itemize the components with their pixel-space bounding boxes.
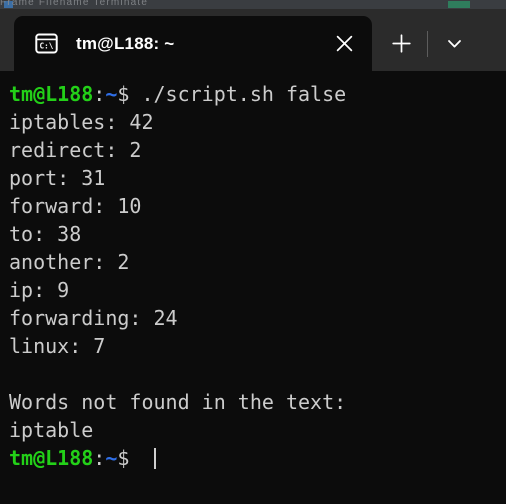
word-count-value: 10 [117, 194, 142, 218]
word-label: forwarding: [9, 306, 154, 330]
word-count-list: iptables: 42 redirect: 2 port: 31 forward: … [9, 108, 506, 360]
prompt-sigil: $ [117, 82, 130, 106]
prompt-path: ~ [105, 446, 118, 470]
word-count-value: 2 [117, 250, 130, 274]
word-count-line: to: 38 [9, 220, 506, 248]
word-label: another: [9, 250, 118, 274]
final-prompt-line: tm@L188:~$ [9, 444, 506, 472]
word-count-line: forward: 10 [9, 192, 506, 220]
terminal-window: Frame Filename Terminate C:\ tm@L188: ~ [0, 0, 506, 504]
word-count-line: port: 31 [9, 164, 506, 192]
prompt-colon: : [93, 446, 106, 470]
terminal-output-area[interactable]: tm@L188:~$ ./script.sh false iptables: 4… [0, 71, 506, 504]
word-count-line: iptables: 42 [9, 108, 506, 136]
word-count-line: ip: 9 [9, 276, 506, 304]
tab-title: tm@L188: ~ [76, 33, 175, 53]
prompt-user-host: tm@L188 [9, 82, 94, 106]
prompt-user-host: tm@L188 [9, 446, 94, 470]
not-found-header: Words not found in the text: [9, 390, 347, 414]
command-line: tm@L188:~$ ./script.sh false [9, 80, 506, 108]
word-label: to: [9, 222, 58, 246]
tab-active[interactable]: C:\ tm@L188: ~ [14, 16, 372, 71]
word-label: redirect: [9, 138, 130, 162]
word-label: port: [9, 166, 82, 190]
word-count-value: 24 [153, 306, 178, 330]
background-window-strip: Frame Filename Terminate [0, 0, 506, 9]
not-found-word: iptable [9, 418, 94, 442]
background-window-text: Frame Filename Terminate [0, 0, 149, 8]
prompt-path: ~ [105, 82, 118, 106]
tab-close-icon[interactable] [324, 24, 364, 64]
tab-bar-divider [427, 30, 428, 57]
console-cmd-icon: C:\ [34, 31, 59, 56]
text-cursor [153, 448, 156, 469]
svg-text:C:\: C:\ [40, 41, 54, 50]
word-count-line: forwarding: 24 [9, 304, 506, 332]
word-label: iptables: [9, 110, 130, 134]
word-count-value: 31 [81, 166, 106, 190]
word-count-value: 42 [129, 110, 154, 134]
word-count-value: 38 [57, 222, 82, 246]
tab-bar-actions [378, 16, 477, 71]
not-found-word-list: iptable [9, 416, 506, 444]
word-count-line: linux: 7 [9, 332, 506, 360]
word-count-value: 2 [129, 138, 142, 162]
prompt-sigil: $ [117, 446, 130, 470]
word-count-value: 9 [57, 278, 70, 302]
command-text: ./script.sh false [129, 82, 347, 106]
new-tab-plus-icon[interactable] [378, 21, 424, 67]
word-label: ip: [9, 278, 58, 302]
word-count-line: another: 2 [9, 248, 506, 276]
background-window-chip [448, 1, 470, 8]
word-label: linux: [9, 334, 94, 358]
chevron-down-icon[interactable] [431, 21, 477, 67]
word-label: forward: [9, 194, 118, 218]
tab-bar: C:\ tm@L188: ~ [0, 9, 506, 71]
word-count-line: redirect: 2 [9, 136, 506, 164]
prompt-colon: : [93, 82, 106, 106]
word-count-value: 7 [93, 334, 106, 358]
